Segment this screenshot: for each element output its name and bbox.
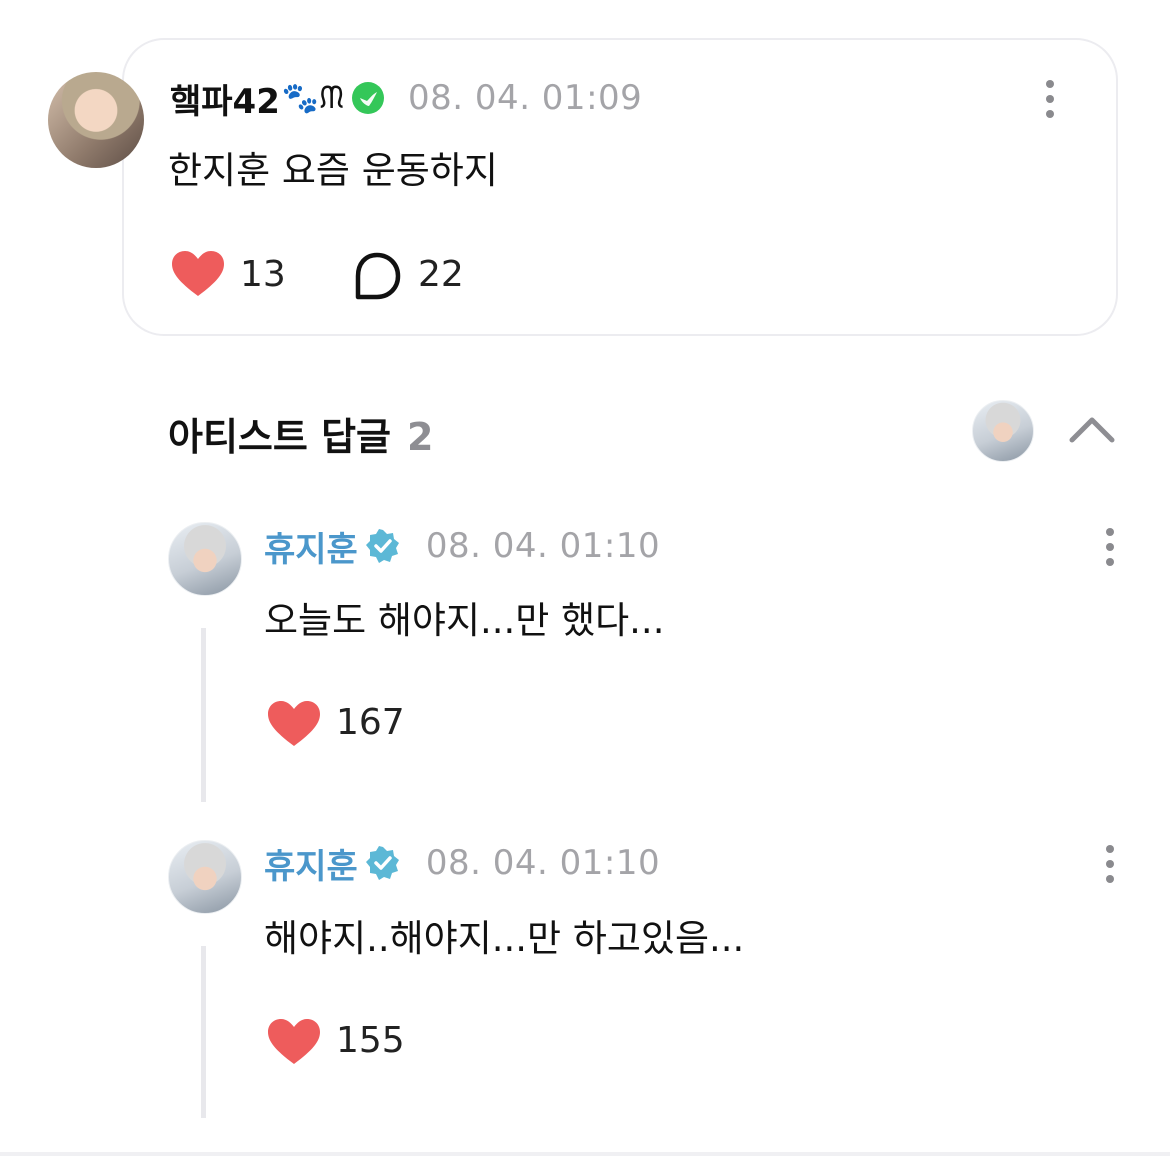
fan-verified-icon: [352, 82, 385, 114]
reply-2-text: 해야지..해야지...만 하고있음...: [264, 917, 745, 960]
reply-1-header: 휴지훈 08. 04. 01:10: [264, 522, 660, 570]
artist-replies-header: 아티스트 답글 2: [168, 406, 433, 461]
reply-1-like-count: 167: [336, 702, 405, 743]
reply-1-more-icon[interactable]: [1104, 528, 1116, 568]
reply-2-avatar[interactable]: [168, 840, 242, 914]
reply-2-artist-name[interactable]: 휴지훈: [264, 839, 358, 888]
post-comment-count: 22: [418, 254, 464, 295]
reply-1-timestamp: 08. 04. 01:10: [425, 526, 661, 566]
verified-badge-icon: [365, 846, 399, 880]
username-emoji: 🐾ᙏ: [281, 80, 345, 116]
comment-bubble-icon[interactable]: [352, 252, 402, 300]
post-timestamp: 08. 04. 01:09: [408, 78, 643, 118]
thread-line: [201, 628, 206, 802]
post-like-count: 13: [240, 254, 286, 295]
reply-1-artist-name[interactable]: 휴지훈: [264, 522, 358, 571]
post-more-icon[interactable]: [1044, 80, 1056, 120]
reply-1-avatar[interactable]: [168, 522, 242, 596]
user-avatar[interactable]: [48, 72, 144, 168]
post-username[interactable]: 햌파42: [170, 74, 280, 123]
reply-2-more-icon[interactable]: [1104, 845, 1116, 885]
artist-avatar-small: [972, 400, 1034, 462]
reply-2-like-count: 155: [336, 1020, 405, 1061]
reply-1-like-heart-icon[interactable]: [267, 700, 321, 748]
bottom-divider: [0, 1152, 1170, 1156]
verified-badge-icon: [365, 529, 399, 563]
reply-2-header: 휴지훈 08. 04. 01:10: [264, 839, 660, 887]
reply-2-like-heart-icon[interactable]: [267, 1018, 321, 1066]
artist-replies-title: 아티스트 답글: [168, 415, 391, 459]
reply-2-timestamp: 08. 04. 01:10: [425, 843, 661, 883]
post-like-heart-icon[interactable]: [171, 250, 225, 298]
chevron-up-icon[interactable]: [1068, 414, 1116, 444]
post-header: 햌파42 🐾ᙏ 08. 04. 01:09: [170, 74, 642, 122]
reply-1-text: 오늘도 해야지...만 했다...: [264, 599, 665, 642]
thread-line: [201, 946, 206, 1118]
artist-replies-count: 2: [407, 415, 434, 459]
post-text: 한지훈 요즘 운동하지: [168, 149, 498, 192]
